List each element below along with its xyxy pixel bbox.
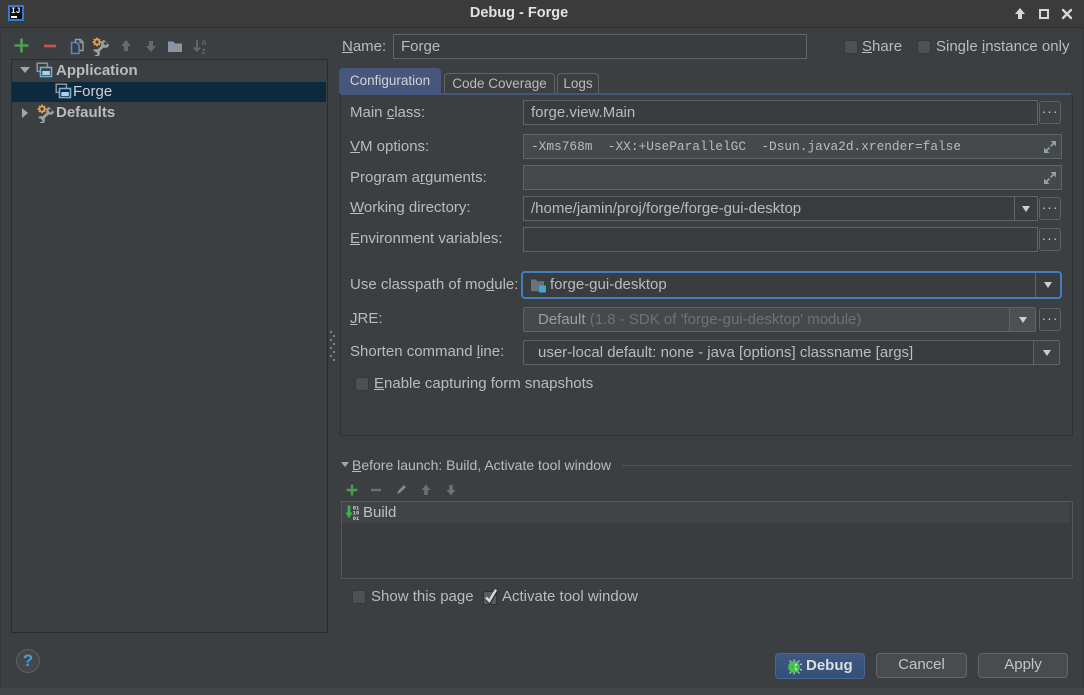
svg-text:z: z: [202, 46, 206, 56]
svg-text:01: 01: [353, 516, 359, 521]
